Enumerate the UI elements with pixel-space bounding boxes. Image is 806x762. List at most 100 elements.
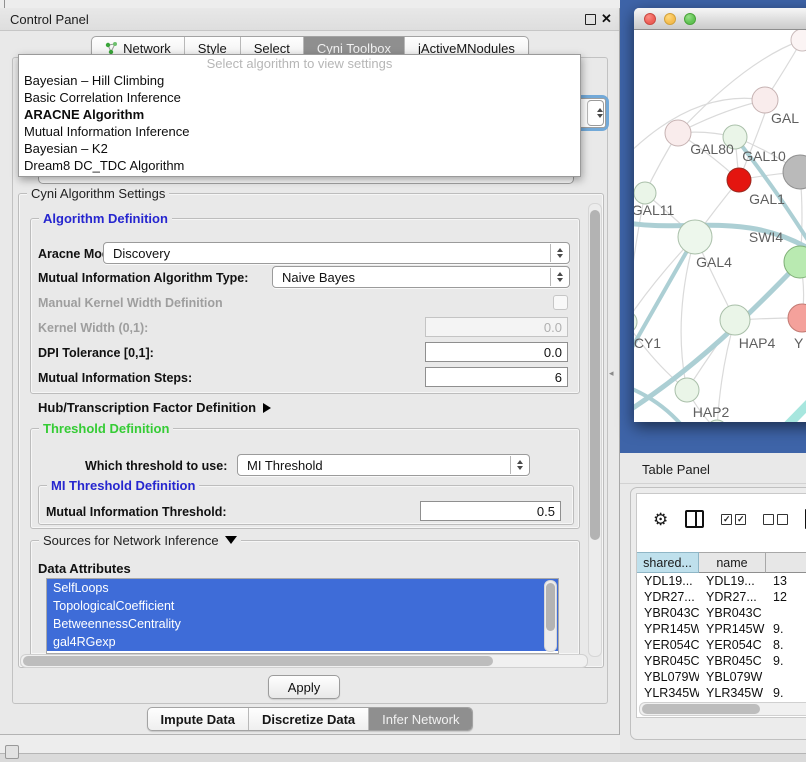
deselect-all-icon[interactable] <box>763 514 788 525</box>
table-cell: 9. <box>766 653 806 669</box>
network-node-gal80[interactable] <box>665 120 691 146</box>
table-horizontal-scrollbar[interactable] <box>639 702 806 716</box>
network-canvas[interactable]: GALGAL80GAL10GAL1GAL11SWI4GAL4GCY1HAP4YH… <box>634 30 806 422</box>
table-cell: YBR045C <box>637 653 699 669</box>
column-header-clipped[interactable] <box>766 552 806 573</box>
mi-threshold-value: 0.5 <box>537 504 555 519</box>
column-header-name[interactable]: name <box>699 552 766 573</box>
dropdown-item-bayesian-hill-climbing[interactable]: Bayesian – Hill Climbing <box>19 72 580 89</box>
tab-discretize-data[interactable]: Discretize Data <box>248 708 368 730</box>
table-cell: YBR045C <box>699 653 766 669</box>
node-label-swi4: SWI4 <box>749 229 783 245</box>
mi-steps-value: 6 <box>555 370 562 385</box>
table-cell: YPR145W <box>699 621 766 637</box>
cyni-bottom-tab-row: Impute DataDiscretize DataInfer Network <box>0 707 620 731</box>
table-cell: YBL079W <box>637 669 699 685</box>
splitpane-collapse-arrow[interactable]: ◂ <box>609 368 614 379</box>
settings-horizontal-scrollbar[interactable] <box>20 654 588 668</box>
tab-impute-data[interactable]: Impute Data <box>148 708 248 730</box>
mi-threshold-field[interactable]: 0.5 <box>420 501 561 521</box>
node-label-y: Y <box>794 335 804 351</box>
network-icon <box>105 42 118 55</box>
mac-zoom-icon[interactable] <box>684 13 696 25</box>
table-body: YDL19...YDL19...13YDR27...YDR27...12YBR0… <box>637 573 806 701</box>
which-threshold-combo[interactable]: MI Threshold <box>237 454 530 476</box>
table-row[interactable]: YBR045CYBR045C9. <box>637 653 806 669</box>
dropdown-item-list: Bayesian – Hill ClimbingBasic Correlatio… <box>19 72 580 174</box>
gear-icon[interactable]: ⚙ <box>653 511 668 528</box>
table-row[interactable]: YBL079WYBL079W <box>637 669 806 685</box>
network-node[interactable] <box>783 155 806 189</box>
table-cell: YER054C <box>637 637 699 653</box>
mac-minimize-icon[interactable] <box>664 13 676 25</box>
sources-title[interactable]: Sources for Network Inference <box>39 533 241 548</box>
mi-steps-field[interactable]: 6 <box>425 367 568 387</box>
network-node-gcy1[interactable] <box>634 311 637 333</box>
table-cell: 8. <box>766 637 806 653</box>
network-edge[interactable] <box>732 383 806 422</box>
control-panel-titlebar: Control Panel <box>0 8 619 31</box>
column-header-shared[interactable]: shared... <box>637 552 699 573</box>
aracne-mode-combo[interactable]: Discovery <box>103 242 570 264</box>
dropdown-item-basic-correlation-inference[interactable]: Basic Correlation Inference <box>19 89 580 106</box>
network-node-hap4[interactable] <box>720 305 750 335</box>
table-cell: YLR345W <box>699 685 766 701</box>
table-row[interactable]: YPR145WYPR145W9. <box>637 621 806 637</box>
network-node-gal11[interactable] <box>634 182 656 204</box>
algorithm-definition-title: Algorithm Definition <box>39 211 172 226</box>
float-icon[interactable] <box>585 14 596 25</box>
settings-vertical-scrollbar[interactable] <box>588 203 602 657</box>
table-cell: YDL19... <box>637 573 699 589</box>
network-edge[interactable] <box>678 100 765 133</box>
dropdown-item-aracne-algorithm[interactable]: ARACNE Algorithm <box>19 106 580 123</box>
attribute-item-betweennesscentrality[interactable]: BetweennessCentrality <box>47 615 558 633</box>
node-label-gal1: GAL1 <box>749 191 785 207</box>
dropdown-item-dream8-dc-tdc-algorithm[interactable]: Dream8 DC_TDC Algorithm <box>19 157 580 174</box>
network-node[interactable] <box>707 420 727 422</box>
network-node[interactable] <box>791 30 806 51</box>
data-attributes-list[interactable]: SelfLoopsTopologicalCoefficientBetweenne… <box>46 578 559 654</box>
dropdown-item-mutual-information-inference[interactable]: Mutual Information Inference <box>19 123 580 140</box>
manual-kernel-label: Manual Kernel Width Definition <box>38 296 223 310</box>
mi-type-combo[interactable]: Naive Bayes <box>272 266 570 288</box>
attribute-item-gal4rgexp[interactable]: gal4RGexp <box>47 633 558 651</box>
table-header-row: shared...name <box>637 552 806 573</box>
columns-icon[interactable] <box>685 510 704 528</box>
combo-stepper-icon <box>550 244 568 262</box>
list-scrollbar[interactable] <box>544 580 557 652</box>
cyni-bottom-tab-bar: Impute DataDiscretize DataInfer Network <box>147 707 474 731</box>
table-row[interactable]: YLR345WYLR345W9. <box>637 685 806 701</box>
window-edge-notch <box>4 0 5 8</box>
network-node-gal1[interactable] <box>727 168 751 192</box>
table-row[interactable]: YER054CYER054C8. <box>637 637 806 653</box>
table-cell: YBR043C <box>699 605 766 621</box>
manual-kernel-checkbox[interactable] <box>553 295 568 310</box>
which-threshold-value: MI Threshold <box>247 458 323 473</box>
dropdown-item-bayesian-k2[interactable]: Bayesian – K2 <box>19 140 580 157</box>
table-row[interactable]: YBR043CYBR043C <box>637 605 806 621</box>
table-row[interactable]: YDL19...YDL19...13 <box>637 573 806 589</box>
table-cell <box>766 669 806 685</box>
attribute-item-selfloops[interactable]: SelfLoops <box>47 579 558 597</box>
attribute-item-topologicalcoefficient[interactable]: TopologicalCoefficient <box>47 597 558 615</box>
status-strip <box>0 753 806 762</box>
network-node-y[interactable] <box>788 304 806 332</box>
select-all-icon[interactable]: ✓✓ <box>721 514 746 525</box>
apply-button[interactable]: Apply <box>268 675 340 699</box>
network-node-hap2[interactable] <box>675 378 699 402</box>
node-label-gal4: GAL4 <box>696 254 732 270</box>
network-node-gal4[interactable] <box>678 220 712 254</box>
close-icon[interactable]: ✕ <box>601 11 612 27</box>
table-cell: YLR345W <box>637 685 699 701</box>
dpi-tolerance-field[interactable]: 0.0 <box>425 342 568 362</box>
tab-infer-network[interactable]: Infer Network <box>368 708 472 730</box>
hub-definition-label: Hub/Transcription Factor Definition <box>38 400 256 415</box>
grip-icon[interactable] <box>5 745 19 759</box>
table-panel-title: Table Panel <box>642 462 710 477</box>
combo-stepper-icon <box>587 100 604 126</box>
mac-close-icon[interactable] <box>644 13 656 25</box>
hub-definition-expander[interactable]: Hub/Transcription Factor Definition <box>38 400 271 415</box>
mi-threshold-title: MI Threshold Definition <box>47 478 199 493</box>
table-row[interactable]: YDR27...YDR27...12 <box>637 589 806 605</box>
kernel-width-field[interactable]: 0.0 <box>425 317 568 337</box>
